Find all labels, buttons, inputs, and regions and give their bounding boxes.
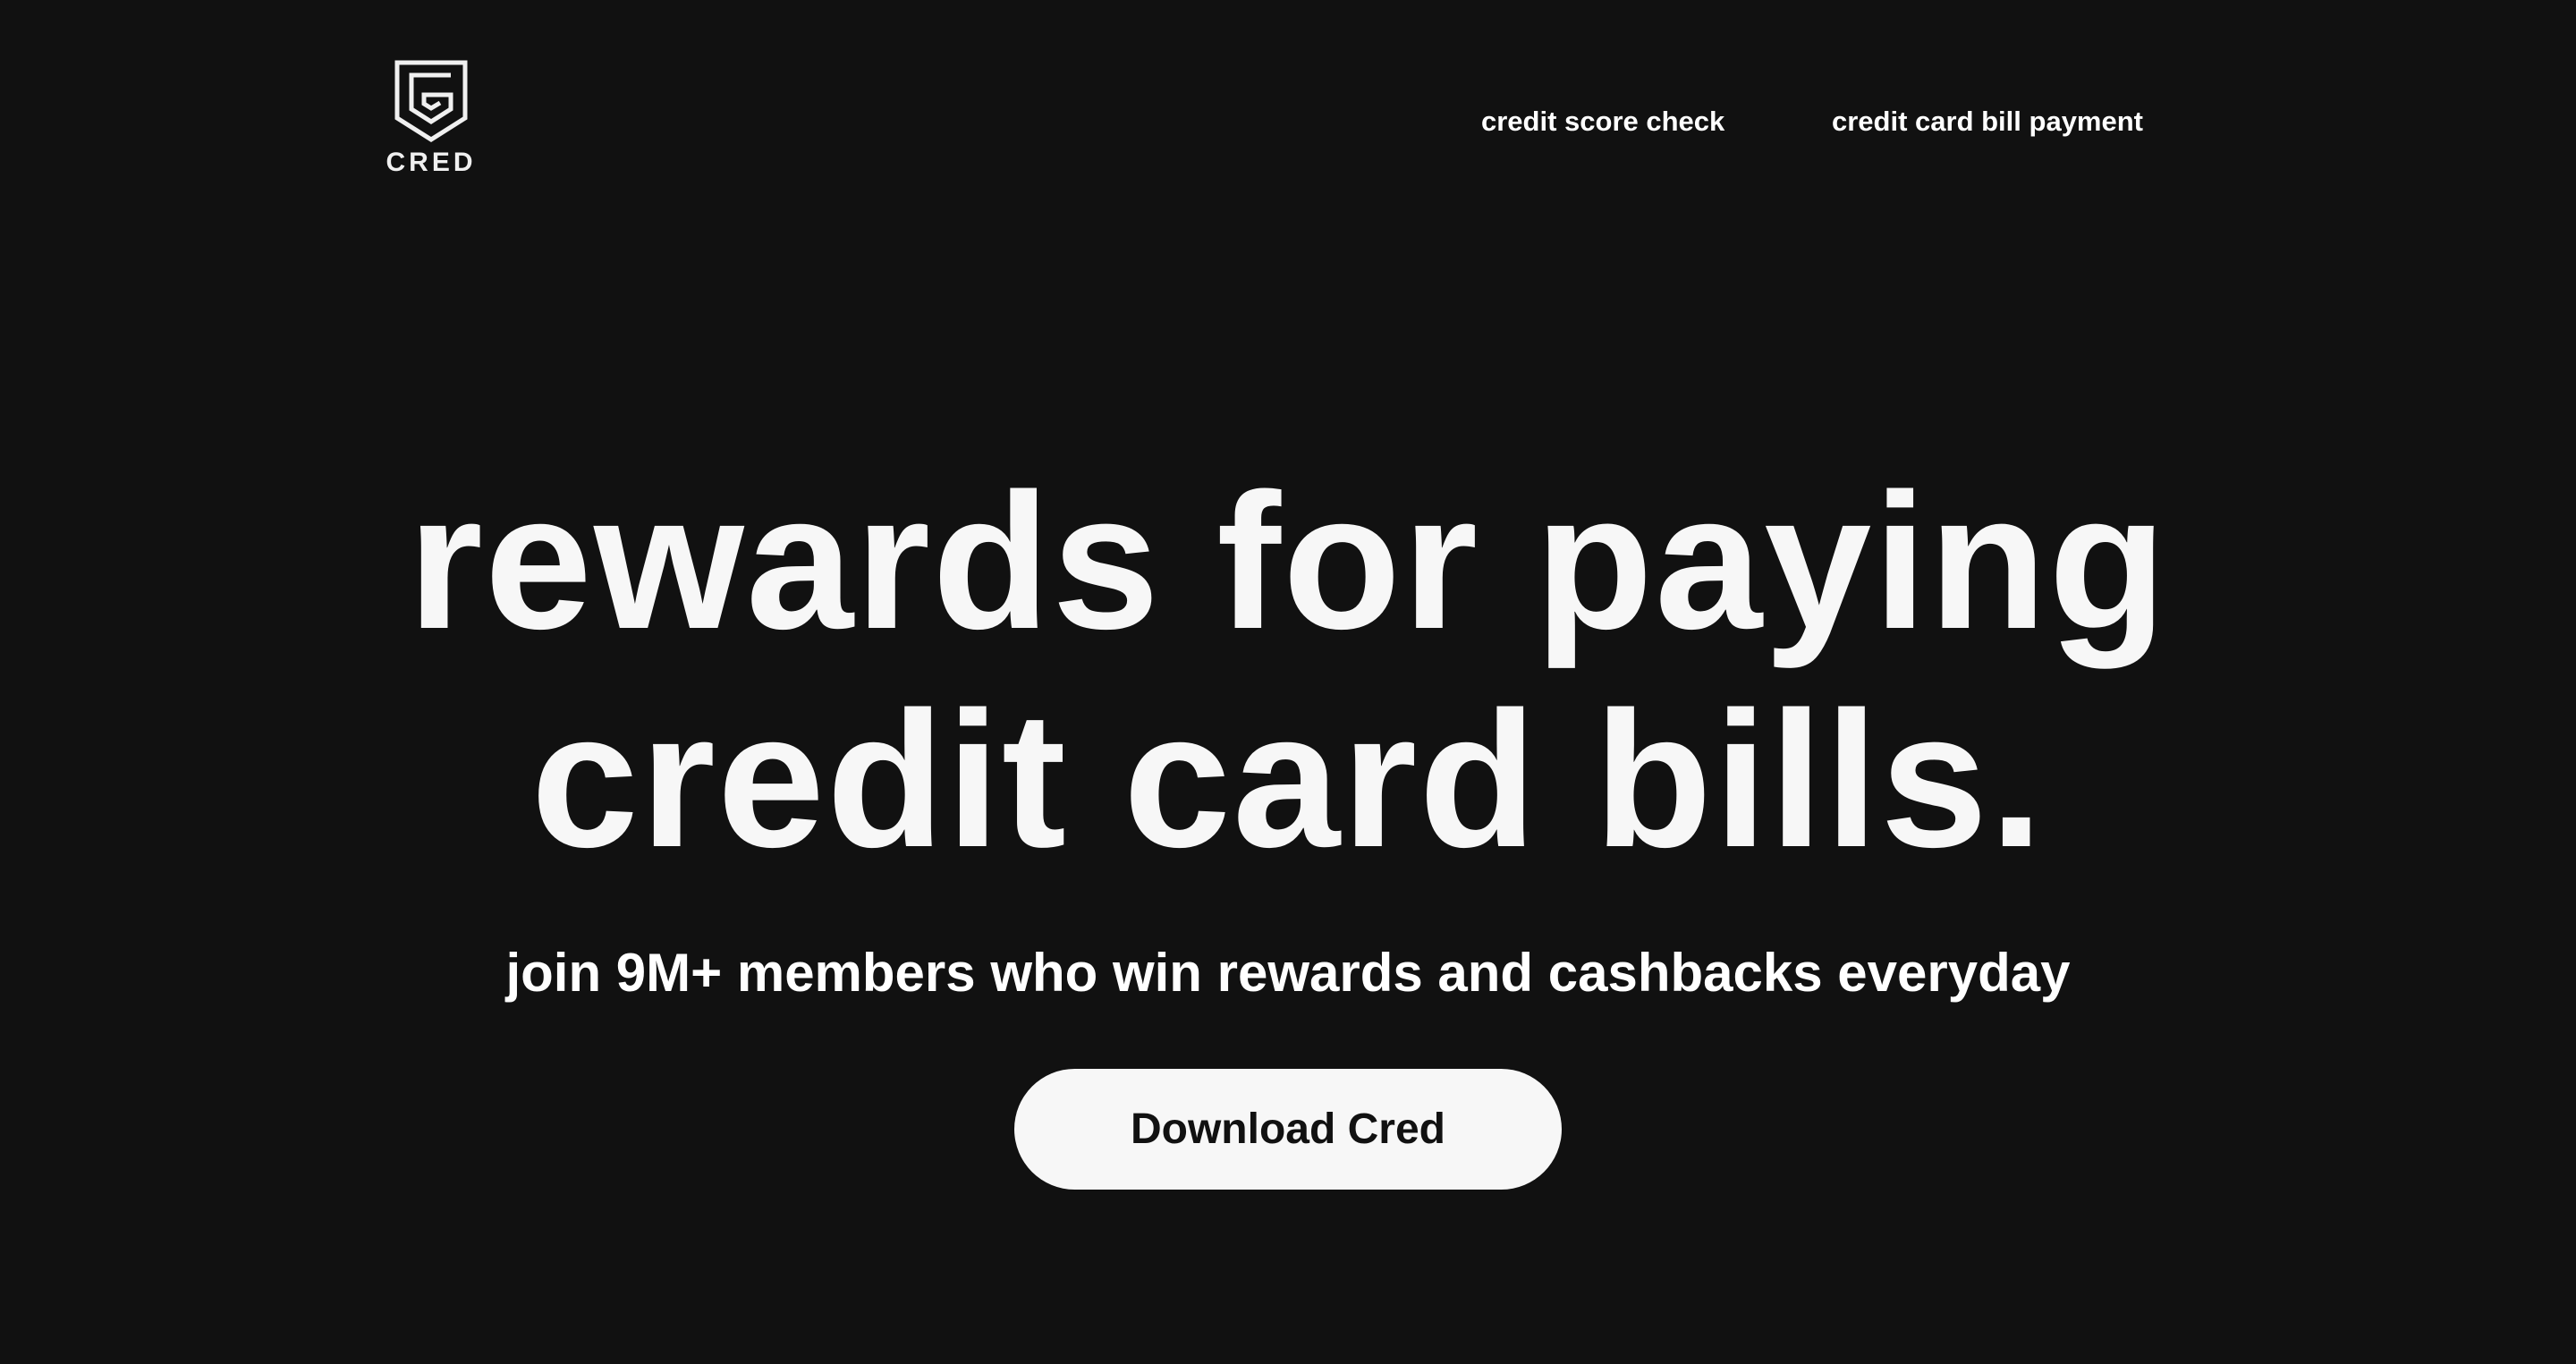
nav-link-credit-card-bill-payment[interactable]: credit card bill payment (1832, 104, 2143, 140)
nav-link-credit-score-check[interactable]: credit score check (1481, 104, 1724, 140)
hero-title-line-1: rewards for paying (407, 453, 2169, 669)
landing-page: CRED credit score check credit card bill… (0, 0, 2576, 1364)
hero-subtitle: join 9M+ members who win rewards and cas… (505, 943, 2071, 1003)
cred-logo-link[interactable]: CRED (379, 55, 483, 190)
cred-shield-icon (394, 60, 468, 142)
logo-wordmark: CRED (386, 148, 477, 177)
hero-title-line-2: credit card bills. (530, 671, 2046, 887)
download-cred-button[interactable]: Download Cred (1014, 1069, 1562, 1190)
top-nav: credit score check credit card bill paym… (1431, 104, 2165, 140)
hero-title: rewards for paying credit card bills. (0, 452, 2576, 888)
